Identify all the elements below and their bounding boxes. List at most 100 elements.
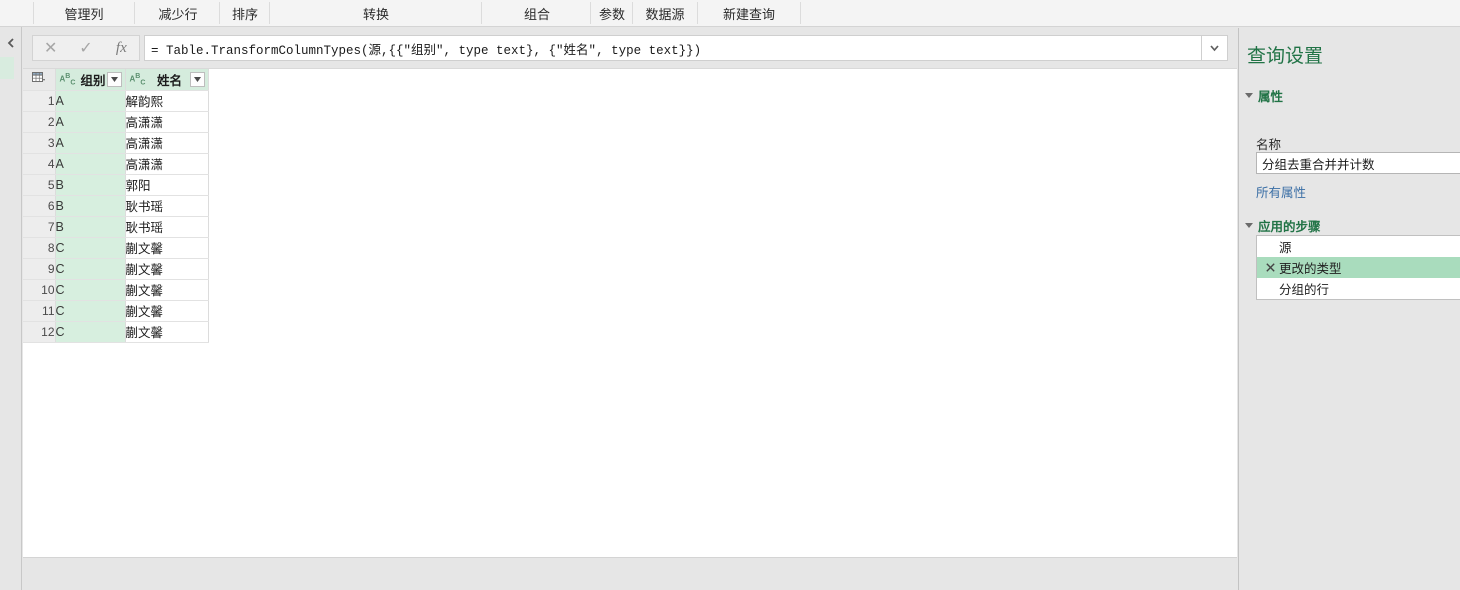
- table-row[interactable]: 5 B 郭阳: [23, 174, 209, 196]
- row-number: 1: [23, 90, 56, 112]
- cell-name[interactable]: 解韵熙: [125, 90, 209, 112]
- table-row[interactable]: 11 C 蒯文馨: [23, 300, 209, 322]
- cell-name[interactable]: 高潇潇: [125, 111, 209, 133]
- cell-group[interactable]: C: [55, 258, 126, 280]
- fx-icon[interactable]: fx: [104, 36, 139, 60]
- name-field-label: 名称: [1256, 138, 1282, 152]
- column-filter-button[interactable]: [189, 71, 205, 87]
- cancel-icon[interactable]: ✕: [33, 36, 68, 60]
- row-number: 3: [23, 132, 56, 154]
- ribbon-group-new-query[interactable]: 新建查询: [699, 0, 799, 26]
- ribbon-separator: [269, 2, 270, 24]
- confirm-glyph: ✓: [79, 40, 93, 57]
- status-bar: [23, 557, 1237, 590]
- ribbon-separator: [697, 2, 698, 24]
- table-body: 1 A 解韵熙 2 A 高潇潇 3 A 高潇潇 4 A 高潇潇 5 B 郭阳 6 B 耿书瑶 7 B 耿书瑶…: [23, 90, 209, 343]
- chevron-down-icon: [193, 76, 201, 82]
- cell-group[interactable]: A: [55, 132, 126, 154]
- applied-step-source[interactable]: ✕ 源: [1257, 236, 1460, 257]
- ribbon-group-manage-columns[interactable]: 管理列: [35, 0, 133, 26]
- cell-name[interactable]: 耿书瑶: [125, 216, 209, 238]
- ribbon-group-data-sources[interactable]: 数据源: [633, 0, 697, 26]
- table-row[interactable]: 3 A 高潇潇: [23, 132, 209, 154]
- cell-group[interactable]: C: [55, 279, 126, 301]
- query-name-input[interactable]: 分组去重合并并计数: [1256, 152, 1460, 174]
- ribbon-group-combine[interactable]: 组合: [483, 0, 591, 26]
- cell-name[interactable]: 高潇潇: [125, 132, 209, 154]
- table-row[interactable]: 12 C 蒯文馨: [23, 321, 209, 343]
- cell-name[interactable]: 耿书瑶: [125, 195, 209, 217]
- row-number: 10: [23, 279, 56, 301]
- chevron-down-icon: [110, 76, 118, 82]
- ribbon-group-sort[interactable]: 排序: [221, 0, 269, 26]
- table-grid-icon: [32, 71, 46, 82]
- ribbon-separator: [481, 2, 482, 24]
- section-applied-steps[interactable]: 应用的步骤: [1245, 216, 1321, 235]
- query-item-chip[interactable]: [0, 57, 14, 79]
- column-filter-button[interactable]: [106, 71, 122, 87]
- cell-name[interactable]: 蒯文馨: [125, 279, 209, 301]
- section-properties-label: 属性: [1258, 90, 1284, 104]
- ribbon-separator: [800, 2, 801, 24]
- ribbon-group-label: 组合: [523, 6, 550, 22]
- table-header-row: ABC 组别 ABC 姓名: [23, 69, 209, 91]
- delete-step-icon: ✕: [1263, 240, 1277, 253]
- cell-name[interactable]: 郭阳: [125, 174, 209, 196]
- applied-step-label: 源: [1279, 241, 1292, 255]
- all-properties-link[interactable]: 所有属性: [1256, 182, 1306, 201]
- abc-text-type-icon: ABC: [59, 72, 76, 86]
- table-row[interactable]: 7 B 耿书瑶: [23, 216, 209, 238]
- table-row[interactable]: 2 A 高潇潇: [23, 111, 209, 133]
- cell-group[interactable]: C: [55, 300, 126, 322]
- cancel-glyph: ✕: [43, 40, 58, 57]
- row-number: 2: [23, 111, 56, 133]
- row-number: 8: [23, 237, 56, 259]
- cell-name[interactable]: 高潇潇: [125, 153, 209, 175]
- ribbon-separator: [33, 2, 34, 24]
- cell-group[interactable]: B: [55, 216, 126, 238]
- row-number: 9: [23, 258, 56, 280]
- cell-group[interactable]: A: [55, 111, 126, 133]
- formula-bar: ✕ ✓ fx = Table.TransformColumnTypes(源,{{…: [23, 28, 1237, 68]
- ribbon-separator: [632, 2, 633, 24]
- cell-group[interactable]: A: [55, 90, 126, 112]
- delete-step-icon[interactable]: [1263, 263, 1277, 272]
- data-preview-grid: ABC 组别 ABC 姓名 1 A 解韵熙 2 A 高潇潇 3 A 高潇潇 4 …: [23, 68, 1237, 557]
- cell-name[interactable]: 蒯文馨: [125, 300, 209, 322]
- row-number: 6: [23, 195, 56, 217]
- column-header-group[interactable]: ABC 组别: [55, 69, 126, 91]
- table-row[interactable]: 10 C 蒯文馨: [23, 279, 209, 301]
- cell-name[interactable]: 蒯文馨: [125, 258, 209, 280]
- pane-title: 查询设置: [1247, 46, 1324, 67]
- applied-step-grouped-rows[interactable]: ✕ 分组的行: [1257, 278, 1460, 299]
- table-row[interactable]: 6 B 耿书瑶: [23, 195, 209, 217]
- column-header-name[interactable]: ABC 姓名: [125, 69, 209, 91]
- applied-step-label: 更改的类型: [1279, 262, 1342, 276]
- ribbon-group-label: 转换: [362, 6, 389, 22]
- chevron-left-icon[interactable]: [4, 36, 18, 50]
- table-row[interactable]: 4 A 高潇潇: [23, 153, 209, 175]
- table-row[interactable]: 1 A 解韵熙: [23, 90, 209, 112]
- table-row[interactable]: 8 C 蒯文馨: [23, 237, 209, 259]
- ribbon-group-label: 排序: [231, 6, 258, 22]
- cell-group[interactable]: A: [55, 153, 126, 175]
- section-applied-steps-label: 应用的步骤: [1258, 220, 1321, 234]
- ribbon-group-parameters[interactable]: 参数: [592, 0, 632, 26]
- formula-input[interactable]: = Table.TransformColumnTypes(源,{{"组别", t…: [144, 35, 1228, 61]
- ribbon-group-transform[interactable]: 转换: [271, 0, 481, 26]
- delete-step-icon: ✕: [1263, 282, 1277, 295]
- cell-group[interactable]: B: [55, 174, 126, 196]
- select-all-button[interactable]: [23, 69, 56, 91]
- table-row[interactable]: 9 C 蒯文馨: [23, 258, 209, 280]
- applied-steps-list: ✕ 源 更改的类型 ✕ 分组的行: [1256, 235, 1460, 300]
- confirm-icon[interactable]: ✓: [68, 36, 103, 60]
- chevron-down-icon[interactable]: [1201, 35, 1228, 61]
- cell-group[interactable]: C: [55, 237, 126, 259]
- cell-group[interactable]: C: [55, 321, 126, 343]
- section-properties[interactable]: 属性: [1245, 86, 1283, 105]
- cell-name[interactable]: 蒯文馨: [125, 237, 209, 259]
- cell-group[interactable]: B: [55, 195, 126, 217]
- applied-step-changed-type[interactable]: 更改的类型: [1257, 257, 1460, 278]
- ribbon-group-reduce-rows[interactable]: 减少行: [137, 0, 219, 26]
- cell-name[interactable]: 蒯文馨: [125, 321, 209, 343]
